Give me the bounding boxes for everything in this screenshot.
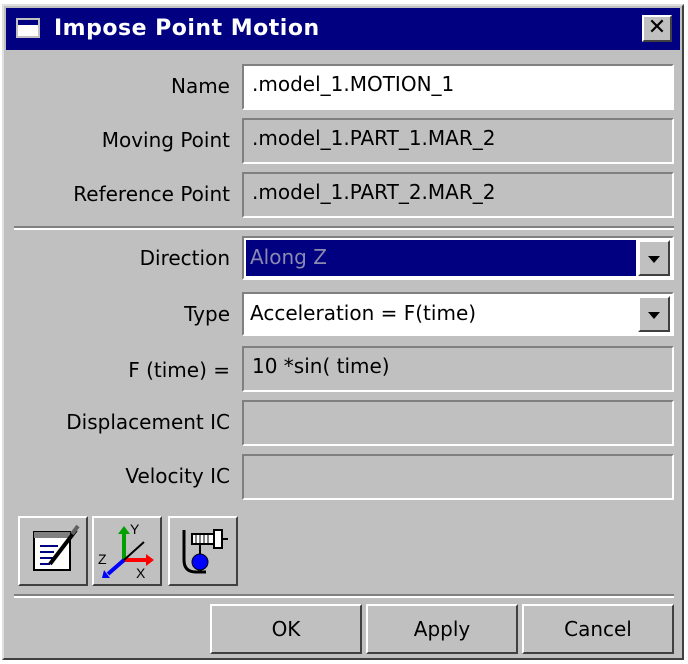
moving-point-label: Moving Point — [101, 128, 230, 152]
direction-label: Direction — [139, 246, 230, 270]
axis-z-label: Z — [98, 551, 107, 567]
function-builder-button[interactable] — [18, 516, 88, 586]
motion-joint-button[interactable] — [168, 516, 238, 586]
type-value: Acceleration = F(time) — [250, 301, 477, 325]
direction-dropdown-button[interactable] — [638, 240, 670, 276]
type-select[interactable]: Acceleration = F(time) — [242, 292, 674, 336]
separator-bottom — [14, 594, 674, 598]
close-icon: ✕ — [647, 15, 667, 40]
reference-point-label: Reference Point — [73, 182, 230, 206]
velocity-ic-field[interactable] — [242, 454, 674, 500]
name-label: Name — [170, 74, 230, 98]
apply-button[interactable]: Apply — [366, 604, 518, 654]
displacement-ic-label: Displacement IC — [66, 410, 230, 434]
window-icon[interactable] — [16, 18, 40, 38]
type-dropdown-button[interactable] — [638, 296, 670, 332]
coordinate-axes-icon: Y Z X — [98, 521, 154, 581]
ok-button[interactable]: OK — [210, 604, 362, 654]
function-builder-icon — [33, 524, 80, 571]
ftime-field[interactable]: 10 *sin( time) — [242, 346, 674, 392]
displacement-ic-field[interactable] — [242, 400, 674, 446]
name-field[interactable]: .model_1.MOTION_1 — [242, 64, 674, 110]
type-label: Type — [184, 302, 230, 326]
velocity-ic-label: Velocity IC — [125, 464, 230, 488]
axis-y-label: Y — [130, 521, 140, 537]
impose-point-motion-dialog: Impose Point Motion ✕ Name .model_1.MOTI… — [2, 4, 684, 660]
close-button[interactable]: ✕ — [642, 15, 672, 42]
motion-joint-icon — [182, 529, 228, 574]
ftime-label: F (time) = — [128, 358, 230, 382]
title-bar[interactable]: Impose Point Motion ✕ — [6, 8, 680, 50]
direction-select[interactable]: Along Z — [242, 236, 674, 280]
axis-x-label: X — [136, 565, 146, 581]
reference-point-field[interactable]: .model_1.PART_2.MAR_2 — [242, 172, 674, 218]
direction-value: Along Z — [246, 240, 636, 276]
separator-top — [14, 226, 674, 230]
coordinate-axes-button[interactable]: Y Z X — [92, 516, 162, 586]
cancel-button[interactable]: Cancel — [522, 604, 674, 654]
moving-point-field[interactable]: .model_1.PART_1.MAR_2 — [242, 118, 674, 164]
window-title: Impose Point Motion — [54, 16, 320, 41]
